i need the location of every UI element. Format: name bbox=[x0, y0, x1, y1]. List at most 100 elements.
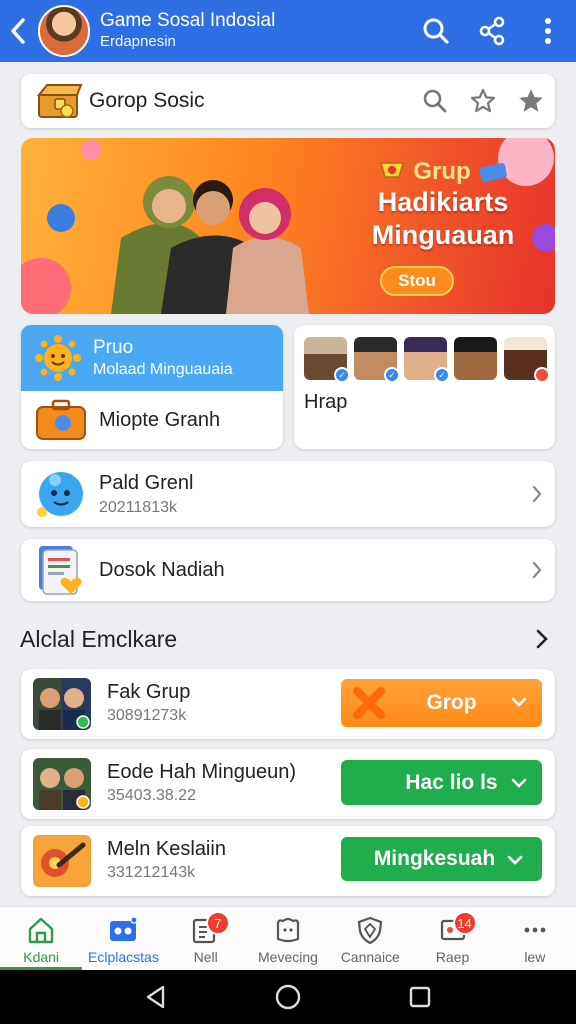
chevron-down-icon bbox=[511, 697, 527, 707]
list-item-subtitle: 20211813k bbox=[99, 498, 177, 516]
group-row-subtitle: 331212143k bbox=[107, 864, 196, 881]
trophy-icon bbox=[380, 162, 405, 178]
members-card-label: Hrap bbox=[304, 391, 348, 413]
member-avatar-row: ✓ ✓ ✓ bbox=[304, 337, 550, 383]
join-group-button[interactable]: Grop bbox=[341, 679, 542, 727]
group-thumbnail bbox=[33, 835, 91, 887]
shield-icon bbox=[358, 916, 383, 945]
banner-chip: Grup bbox=[343, 158, 543, 186]
nav-item-more[interactable]: lew bbox=[494, 907, 576, 970]
search-icon bbox=[423, 18, 449, 44]
nav-label: lew bbox=[524, 949, 546, 965]
close-x-icon bbox=[353, 687, 385, 719]
nav-item-notifications[interactable]: 7 Nell bbox=[165, 907, 247, 970]
feature-card-header[interactable]: Pruo Molaad Minguauaia bbox=[21, 325, 283, 391]
search-row-search-button[interactable] bbox=[411, 74, 459, 128]
nav-item-meeting[interactable]: Mevecing bbox=[247, 907, 329, 970]
group-row-title: Fak Grup bbox=[107, 681, 191, 703]
more-icon bbox=[524, 927, 546, 933]
feature-card-title: Pruo bbox=[93, 337, 134, 358]
briefcase-icon bbox=[36, 399, 86, 440]
system-back-button[interactable] bbox=[136, 977, 176, 1017]
blob-mascot-icon bbox=[37, 472, 83, 517]
more-vertical-icon bbox=[545, 18, 551, 44]
document-heart-icon bbox=[39, 546, 82, 595]
search-button[interactable] bbox=[408, 0, 464, 62]
header-subtitle: Erdapnesin bbox=[100, 33, 176, 50]
notification-badge: 7 bbox=[205, 911, 230, 935]
feature-card-row-label: Miopte Granh bbox=[99, 408, 221, 431]
member-avatar[interactable]: ✓ bbox=[404, 337, 450, 383]
heart-badge-icon bbox=[534, 367, 550, 383]
nav-item-games[interactable]: Eclplacstas bbox=[82, 907, 164, 970]
verified-badge-icon: ✓ bbox=[334, 367, 350, 383]
chevron-down-icon bbox=[511, 778, 527, 788]
square-recents-icon bbox=[409, 986, 431, 1008]
join-group-button[interactable]: Hac lio ls bbox=[341, 760, 542, 805]
system-navigation-bar bbox=[0, 970, 576, 1024]
banner-headline-line1: Hadikiarts bbox=[377, 187, 509, 217]
app-header: Game Sosal Indosial Erdapnesin bbox=[0, 0, 576, 62]
triangle-back-icon bbox=[146, 985, 165, 1009]
nav-item-messages[interactable]: 14 Raep bbox=[411, 907, 493, 970]
promo-banner[interactable]: Grup Hadikiarts Minguauan Stou bbox=[21, 138, 555, 314]
banner-cta-button[interactable]: Stou bbox=[380, 266, 454, 296]
group-row[interactable]: Eode Hah Mingueun) 35403.38.22 Hac lio l… bbox=[21, 749, 555, 819]
header-title: Game Sosal Indosial bbox=[100, 10, 276, 31]
join-group-button-label: Hac lio ls bbox=[405, 770, 498, 794]
member-avatar[interactable] bbox=[454, 337, 497, 380]
search-row-label: Gorop Sosic bbox=[89, 89, 205, 112]
ticket-icon bbox=[479, 163, 507, 182]
chevron-right-icon bbox=[536, 629, 548, 649]
nav-item-home[interactable]: Kdani bbox=[0, 907, 83, 970]
group-avatar[interactable] bbox=[38, 5, 90, 57]
system-home-button[interactable] bbox=[268, 977, 308, 1017]
verified-badge-icon: ✓ bbox=[434, 367, 450, 383]
nav-label: Kdani bbox=[23, 949, 60, 965]
chevron-down-icon bbox=[507, 855, 523, 865]
members-card[interactable]: ✓ ✓ ✓ Hrap bbox=[294, 325, 555, 449]
member-avatar[interactable]: ✓ bbox=[304, 337, 350, 383]
back-button[interactable] bbox=[0, 0, 36, 62]
overflow-menu-button[interactable] bbox=[520, 0, 576, 62]
treasure-chest-icon bbox=[36, 84, 83, 118]
feature-card-row[interactable]: Miopte Granh bbox=[21, 391, 283, 449]
home-icon bbox=[28, 917, 54, 944]
section-more-button[interactable] bbox=[528, 624, 556, 654]
member-avatar[interactable] bbox=[504, 337, 550, 383]
share-icon bbox=[479, 16, 505, 46]
bottom-navigation: Kdani Eclplacstas 7 Nell Mevecing Cannai… bbox=[0, 906, 576, 970]
member-avatar[interactable]: ✓ bbox=[354, 337, 400, 383]
group-row[interactable]: Fak Grup 30891273k Grop bbox=[21, 669, 555, 739]
group-row-subtitle: 35403.38.22 bbox=[107, 787, 196, 804]
group-row-subtitle: 30891273k bbox=[107, 707, 187, 724]
star-outline-icon bbox=[470, 88, 496, 113]
banner-title: Grup Hadikiarts Minguauan bbox=[343, 158, 543, 252]
section-title: Alclal Emclkare bbox=[20, 626, 178, 652]
nav-item-security[interactable]: Cannaice bbox=[329, 907, 411, 970]
feature-card-left[interactable]: Pruo Molaad Minguauaia Miopte Granh bbox=[21, 325, 283, 449]
favorite-outline-button[interactable] bbox=[459, 74, 507, 128]
join-group-button[interactable]: Mingkesuah bbox=[341, 837, 542, 881]
chevron-right-icon bbox=[519, 485, 555, 503]
verified-badge-icon: ✓ bbox=[384, 367, 400, 383]
list-item-title: Pald Grenl bbox=[99, 471, 194, 494]
list-item[interactable]: Pald Grenl 20211813k bbox=[21, 461, 555, 527]
list-item-title: Dosok Nadiah bbox=[99, 558, 225, 581]
group-row[interactable]: Meln Keslaiin 331212143k Mingkesuah bbox=[21, 826, 555, 896]
nav-label: Nell bbox=[193, 949, 218, 965]
favorite-filled-button[interactable] bbox=[507, 74, 555, 128]
share-button[interactable] bbox=[464, 0, 520, 62]
group-row-title: Eode Hah Mingueun) bbox=[107, 761, 297, 783]
list-item[interactable]: Dosok Nadiah bbox=[21, 539, 555, 601]
nav-label: Eclplacstas bbox=[88, 949, 159, 965]
join-group-button-label: Grop bbox=[426, 691, 477, 714]
nav-label: Raep bbox=[435, 949, 470, 965]
chevron-right-icon bbox=[519, 561, 555, 579]
sun-mascot-icon bbox=[35, 335, 81, 381]
group-thumbnail bbox=[33, 758, 91, 810]
group-thumbnail bbox=[33, 678, 91, 730]
system-recents-button[interactable] bbox=[400, 977, 440, 1017]
group-row-title: Meln Keslaiin bbox=[107, 838, 226, 860]
group-search-card[interactable]: Gorop Sosic bbox=[21, 74, 555, 128]
